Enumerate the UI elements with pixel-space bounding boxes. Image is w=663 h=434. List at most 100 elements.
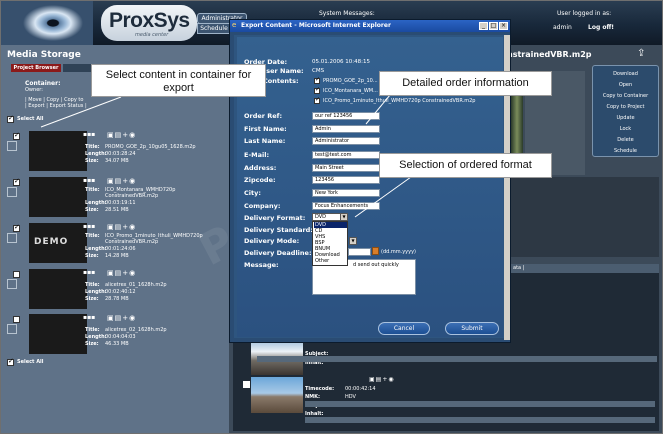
tab-data[interactable]: ata | bbox=[509, 264, 659, 273]
shot-row-divider bbox=[257, 356, 657, 362]
shot-row-divider bbox=[305, 401, 655, 407]
eye-logo-image bbox=[1, 1, 93, 45]
item-preview-toggle[interactable] bbox=[7, 324, 17, 334]
date-format-hint: (dd.mm.yyyy) bbox=[381, 249, 417, 255]
container-label: Container: bbox=[25, 80, 61, 87]
shot-checkbox[interactable] bbox=[243, 381, 250, 388]
content-checkbox[interactable] bbox=[314, 96, 320, 104]
logo-subtitle: media center bbox=[135, 32, 169, 38]
content-checkbox[interactable] bbox=[314, 86, 320, 94]
item-checkbox[interactable] bbox=[13, 271, 20, 278]
chevron-down-icon[interactable]: ▼ bbox=[340, 213, 348, 221]
item-size-label: Size: bbox=[85, 207, 99, 213]
cancel-button[interactable]: Cancel bbox=[378, 322, 430, 335]
calendar-icon[interactable] bbox=[372, 247, 379, 255]
order-ref-input[interactable]: our ref 123456 bbox=[312, 112, 380, 120]
item-thumbnail[interactable] bbox=[29, 314, 87, 354]
zipcode-label: Zipcode: bbox=[244, 176, 276, 184]
content-checkbox[interactable] bbox=[314, 76, 320, 84]
schedule-button[interactable]: Schedule bbox=[197, 23, 231, 34]
logoff-link[interactable]: Log off! bbox=[588, 24, 614, 31]
item-thumbnail[interactable] bbox=[29, 131, 87, 171]
item-size: 14.28 MB bbox=[105, 253, 129, 259]
address-input[interactable]: Main Street bbox=[312, 164, 380, 172]
user-name-value: CMS bbox=[312, 68, 325, 74]
email-field[interactable]: test@test.com bbox=[312, 151, 380, 159]
app-logo: ProxSys bbox=[109, 9, 190, 32]
delivery-format-label: Delivery Format: bbox=[244, 214, 306, 222]
last-name-input[interactable]: Administrator bbox=[312, 137, 380, 145]
item-action-icons[interactable]: ▣▤+◉ bbox=[107, 131, 136, 139]
item-thumbnail[interactable] bbox=[29, 177, 87, 217]
action-button-group: Download Open Copy to Container Copy to … bbox=[592, 65, 659, 157]
update-button[interactable]: Update bbox=[593, 115, 658, 121]
film-icon: ▪▪▪ bbox=[83, 314, 96, 321]
select-all-checkbox[interactable] bbox=[7, 114, 14, 123]
item-thumbnail[interactable] bbox=[29, 269, 87, 309]
item-checkbox[interactable] bbox=[13, 316, 20, 323]
copy-to-container-button[interactable]: Copy to Container bbox=[593, 93, 658, 99]
item-checkbox[interactable] bbox=[13, 223, 20, 232]
item-size: 28.78 MB bbox=[105, 296, 129, 302]
screenshot-stage: ProxSys media center Administrator Sched… bbox=[0, 0, 663, 434]
item-preview-toggle[interactable] bbox=[7, 141, 17, 151]
city-input[interactable]: New York bbox=[312, 189, 380, 197]
item-action-icons[interactable]: ▣▤+◉ bbox=[107, 269, 136, 277]
schedule-action-button[interactable]: Schedule bbox=[593, 148, 658, 154]
select-all-checkbox-bottom[interactable] bbox=[7, 357, 14, 366]
item-title-label: Title: bbox=[85, 282, 100, 288]
tab-project-browser[interactable]: Project Browser bbox=[11, 64, 61, 72]
company-input[interactable]: Focus Enhancements bbox=[312, 202, 380, 210]
lock-button[interactable]: Lock bbox=[593, 126, 658, 132]
upload-icon[interactable]: ⇪ bbox=[637, 48, 645, 59]
list-item[interactable]: ▪▪▪ ▣▤+◉ Title: alicetrex_01_1628h.m2p L… bbox=[7, 269, 227, 313]
chevron-down-icon[interactable]: ▼ bbox=[349, 237, 357, 245]
content-item: ICO_Promo_1minuto_Ithuli_WMHD720p Constr… bbox=[323, 98, 476, 104]
container-actions-row2[interactable]: | Export | Export Status | bbox=[25, 103, 87, 109]
item-checkbox[interactable] bbox=[13, 177, 20, 186]
select-all-bottom-label: Select All bbox=[17, 359, 44, 365]
format-option[interactable]: Other bbox=[314, 258, 347, 264]
list-item[interactable]: ▪▪▪ ▣▤+◉ Title: ICO_Montanara_WMHD720p C… bbox=[7, 177, 227, 221]
open-button[interactable]: Open bbox=[593, 82, 658, 88]
zipcode-input[interactable]: 123456 bbox=[312, 176, 380, 184]
last-name-label: Last Name: bbox=[244, 137, 286, 145]
viewer-title: nstrainedVBR.m2p bbox=[507, 50, 592, 59]
item-checkbox[interactable] bbox=[13, 131, 20, 140]
list-item[interactable]: ▪▪▪ ▣▤+◉ Title: alicetrex_02_1628h.m2p L… bbox=[7, 314, 227, 358]
copy-to-project-button[interactable]: Copy to Project bbox=[593, 104, 658, 110]
user-logged-label: User logged in as: bbox=[557, 10, 612, 17]
item-title: PROMO_GOE_2p_10gu05_1628.m2p bbox=[105, 144, 196, 150]
close-icon[interactable]: × bbox=[499, 22, 508, 30]
company-label: Company: bbox=[244, 202, 281, 210]
item-title: alicetrex_02_1628h.m2p bbox=[105, 327, 167, 333]
delivery-format-dropdown[interactable]: DVD CD VHS BSP BNUM Download Other bbox=[312, 221, 348, 266]
item-length: 00:04:04:03 bbox=[105, 334, 136, 340]
nmk-value: HDV bbox=[345, 394, 356, 400]
item-preview-toggle[interactable] bbox=[7, 279, 17, 289]
item-action-icons[interactable]: ▣▤+◉ bbox=[107, 177, 136, 185]
delivery-deadline-input[interactable] bbox=[348, 248, 371, 256]
nmk-label: NMK: bbox=[305, 394, 321, 400]
item-action-icons[interactable]: ▣▤+◉ bbox=[107, 223, 136, 231]
item-length-label: Length: bbox=[85, 200, 107, 206]
delete-button[interactable]: Delete bbox=[593, 137, 658, 143]
delivery-deadline-label: Delivery Deadline: bbox=[244, 249, 312, 257]
item-action-icons[interactable]: ▣▤+◉ bbox=[107, 314, 136, 322]
minimize-icon[interactable]: _ bbox=[479, 22, 488, 30]
address-label: Address: bbox=[244, 164, 277, 172]
timecode-value: 00:00:42:14 bbox=[345, 386, 376, 392]
metadata-grid bbox=[509, 177, 659, 257]
content-item: PROMO_GOE_2p_10... bbox=[323, 78, 378, 84]
item-size-label: Size: bbox=[85, 253, 99, 259]
first-name-input[interactable]: Admin bbox=[312, 125, 380, 133]
item-preview-toggle[interactable] bbox=[7, 233, 17, 243]
download-button[interactable]: Download bbox=[593, 71, 658, 77]
item-preview-toggle[interactable] bbox=[7, 187, 17, 197]
list-item[interactable]: ▪▪▪ ▣▤+◉ Title: PROMO_GOE_2p_10gu05_1628… bbox=[7, 131, 227, 175]
item-length: 00:02:40:12 bbox=[105, 289, 136, 295]
shot-thumbnail[interactable] bbox=[251, 377, 303, 413]
maximize-icon[interactable]: □ bbox=[489, 22, 498, 30]
shot-action-icons[interactable]: ▣▤+◉ bbox=[369, 376, 395, 383]
submit-button[interactable]: Submit bbox=[445, 322, 499, 335]
